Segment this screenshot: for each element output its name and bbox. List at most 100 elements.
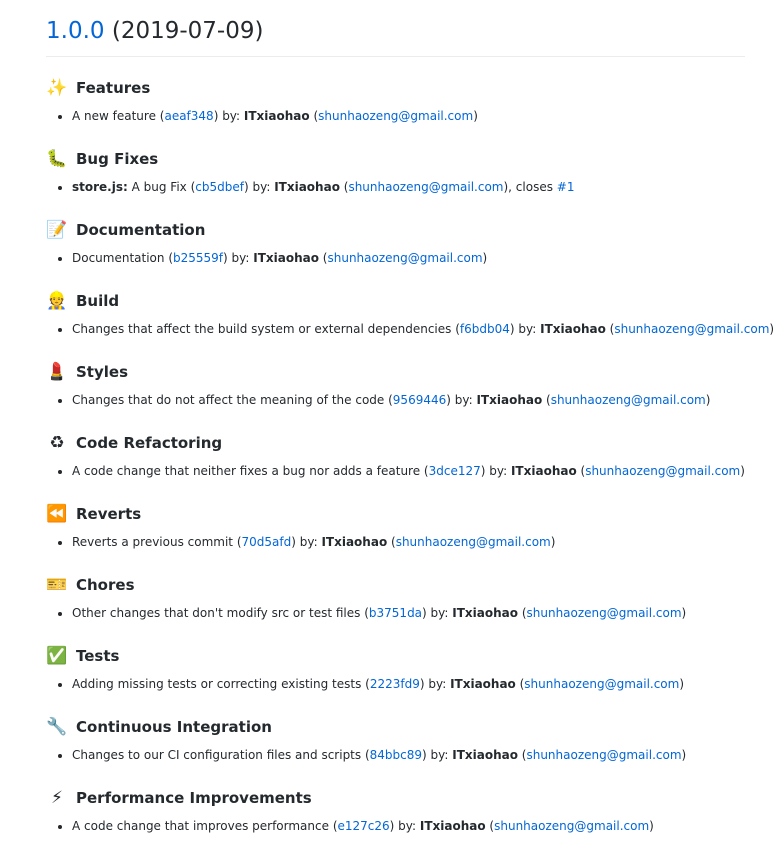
bug-icon: 🐛 (46, 149, 68, 169)
by-label: by: (430, 748, 449, 762)
section-heading: ⏪ Reverts (46, 503, 745, 525)
list-item: Changes that affect the build system or … (72, 320, 774, 338)
section-title: Reverts (76, 505, 142, 523)
section-title: Tests (76, 647, 120, 665)
commit-hash-link[interactable]: cb5dbef (195, 180, 244, 194)
commit-list: store.js: A bug Fix (cb5dbef) by: ITxiao… (46, 178, 745, 196)
commit-message: Documentation (72, 251, 165, 265)
commit-author: ITxiaohao (452, 606, 518, 620)
list-item: Documentation (b25559f) by: ITxiaohao (s… (72, 249, 745, 267)
commit-author: ITxiaohao (321, 535, 388, 549)
section-build: 👷 Build Changes that affect the build syst… (46, 290, 774, 361)
commit-hash-link[interactable]: 70d5afd (242, 535, 292, 549)
section-performance-improvements: ⚡ Performance Improvements A code change t… (46, 787, 745, 853)
commit-author: ITxiaohao (540, 322, 606, 336)
commit-hash-link[interactable]: b3751da (369, 606, 422, 620)
release-title: 1.0.0 (2019-07-09) (46, 14, 745, 57)
commit-message: Reverts a previous commit (72, 535, 234, 549)
commit-list: Changes that affect the build system or … (46, 320, 774, 338)
author-email-link[interactable]: shunhaozeng@gmail.com (524, 677, 679, 691)
commit-list: Changes that do not affect the meaning o… (46, 391, 745, 409)
section-heading: 👷 Build (46, 290, 745, 312)
commit-hash-link[interactable]: 3dce127 (429, 464, 481, 478)
section-title: Continuous Integration (76, 718, 272, 736)
commit-hash-link[interactable]: 2223fd9 (370, 677, 420, 691)
commit-author: ITxiaohao (452, 748, 518, 762)
commit-hash-link[interactable]: b25559f (173, 251, 223, 265)
author-email-link[interactable]: shunhaozeng@gmail.com (614, 322, 769, 336)
by-label: by: (222, 109, 241, 123)
lightning-icon: ⚡ (51, 788, 63, 808)
section-heading: 🔧 Continuous Integration (46, 716, 745, 738)
author-email-link[interactable]: shunhaozeng@gmail.com (396, 535, 551, 549)
section-heading: 🐛 Bug Fixes (46, 148, 745, 170)
list-item: Changes that do not affect the meaning o… (72, 391, 745, 409)
commit-list: A new feature (aeaf348) by: ITxiaohao (s… (46, 107, 745, 125)
commit-author: ITxiaohao (450, 677, 516, 691)
section-continuous-integration: 🔧 Continuous Integration Changes to our CI… (46, 716, 745, 787)
commit-list: Reverts a previous commit (70d5afd) by: … (46, 533, 745, 551)
section-features: ✨ Features A new feature (aeaf348) by: ITx… (46, 77, 745, 148)
commit-author: ITxiaohao (243, 109, 310, 123)
changelog-page: 1.0.0 (2019-07-09) ✨ Features A new featur… (0, 0, 783, 853)
construction-worker-icon: 👷 (46, 291, 68, 311)
commit-list: Adding missing tests or correcting exist… (46, 675, 745, 693)
commit-message: A code change that neither fixes a bug n… (72, 464, 421, 478)
list-item: Reverts a previous commit (70d5afd) by: … (72, 533, 745, 551)
commit-hash-link[interactable]: aeaf348 (164, 109, 213, 123)
commit-hash-link[interactable]: 9569446 (393, 393, 446, 407)
commit-author: ITxiaohao (253, 251, 319, 265)
author-email-link[interactable]: shunhaozeng@gmail.com (327, 251, 482, 265)
section-title: Build (76, 292, 120, 310)
section-bug-fixes: 🐛 Bug Fixes store.js: A bug Fix (cb5dbef) … (46, 148, 745, 219)
commit-author: ITxiaohao (476, 393, 543, 407)
issue-link[interactable]: #1 (557, 180, 575, 194)
commit-author: ITxiaohao (419, 819, 486, 833)
commit-message: Adding missing tests or correcting exist… (72, 677, 362, 691)
section-heading: ♻ Code Refactoring (46, 432, 745, 454)
commit-hash-link[interactable]: f6bdb04 (460, 322, 510, 336)
list-item: Adding missing tests or correcting exist… (72, 675, 745, 693)
author-email-link[interactable]: shunhaozeng@gmail.com (585, 464, 740, 478)
recycle-icon: ♻ (49, 433, 65, 453)
author-email-link[interactable]: shunhaozeng@gmail.com (527, 606, 682, 620)
author-email-link[interactable]: shunhaozeng@gmail.com (551, 393, 706, 407)
section-title: Performance Improvements (76, 789, 312, 807)
author-email-link[interactable]: shunhaozeng@gmail.com (348, 180, 503, 194)
ticket-icon: 🎫 (46, 575, 68, 595)
section-chores: 🎫 Chores Other changes that don't modify s… (46, 574, 745, 645)
author-email-link[interactable]: shunhaozeng@gmail.com (526, 748, 681, 762)
commit-message: A new feature (72, 109, 156, 123)
section-documentation: 📝DocumentationDocumentation (b25559f) by… (46, 219, 745, 290)
section-title: Code Refactoring (76, 434, 223, 452)
commit-hash-link[interactable]: 84bbc89 (370, 748, 422, 762)
commit-list: Documentation (b25559f) by: ITxiaohao (s… (46, 249, 745, 267)
author-email-link[interactable]: shunhaozeng@gmail.com (318, 109, 473, 123)
section-title: Documentation (76, 221, 206, 239)
section-styles: 💄 Styles Changes that do not affect the me… (46, 361, 745, 432)
section-title: Features (76, 79, 151, 97)
by-label: by: (430, 606, 449, 620)
section-heading: 📝 Documentation (46, 219, 745, 241)
check-mark-icon: ✅ (46, 646, 68, 666)
list-item: A code change that improves performance … (72, 817, 745, 835)
by-label: by: (428, 677, 447, 691)
section-heading: ✅ Tests (46, 645, 745, 667)
closes-label: closes (515, 180, 553, 194)
list-item: A code change that neither fixes a bug n… (72, 462, 745, 480)
memo-icon: 📝 (46, 220, 68, 240)
author-email-link[interactable]: shunhaozeng@gmail.com (494, 819, 649, 833)
commit-list: A code change that improves performance … (46, 817, 745, 835)
commit-author: ITxiaohao (274, 180, 340, 194)
section-heading: ✨ Features (46, 77, 745, 99)
list-item: A new feature (aeaf348) by: ITxiaohao (s… (72, 107, 745, 125)
section-title: Styles (76, 363, 128, 381)
sections: ✨ Features A new feature (aeaf348) by: ITx… (46, 77, 774, 853)
changelog: 1.0.0 (2019-07-09) ✨ Features A new featur… (46, 14, 774, 853)
by-label: by: (518, 322, 537, 336)
version-link[interactable]: 1.0.0 (46, 18, 105, 44)
commit-message: Other changes that don't modify src or t… (72, 606, 361, 620)
commit-hash-link[interactable]: e127c26 (338, 819, 390, 833)
section-code-refactoring: ♻ Code Refactoring A code change that neit… (46, 432, 745, 503)
section-title: Chores (76, 576, 135, 594)
